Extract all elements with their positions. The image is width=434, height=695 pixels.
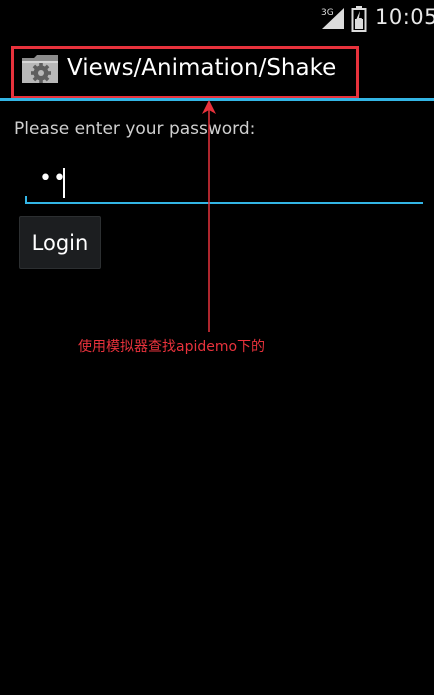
status-bar: 3G 10:05 (0, 0, 434, 38)
password-field[interactable]: •• (25, 160, 423, 206)
login-button[interactable]: Login (19, 216, 101, 269)
battery-icon (351, 6, 367, 32)
annotation-arrow-icon (202, 100, 216, 332)
clock: 10:05 (375, 5, 434, 29)
signal-icon: 3G (321, 8, 344, 29)
annotation-highlight-box (11, 46, 359, 99)
field-underline (25, 202, 423, 204)
annotation-text: 使用模拟器查找apidemo下的 (78, 339, 266, 355)
text-cursor (63, 168, 65, 198)
network-type-label: 3G (321, 8, 334, 18)
